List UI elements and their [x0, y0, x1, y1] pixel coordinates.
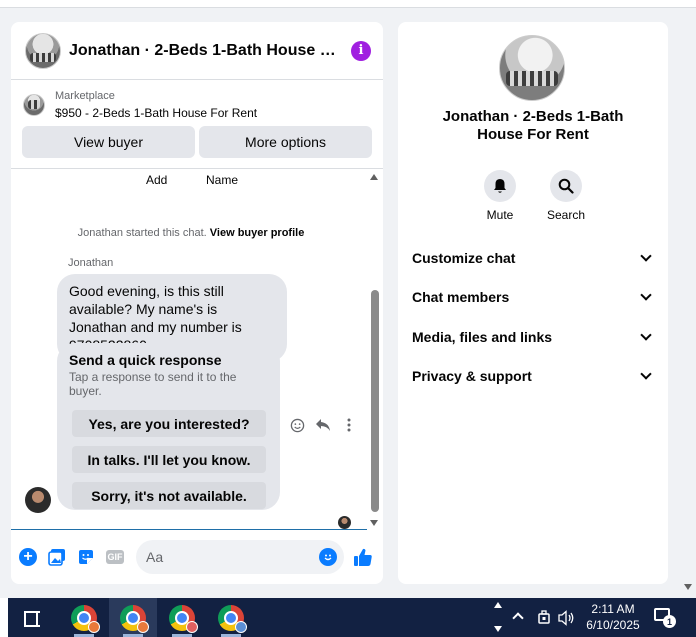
mute-action[interactable]: Mute: [482, 170, 518, 222]
meet-now-icon[interactable]: [537, 610, 551, 629]
chrome-profile-2-icon[interactable]: [120, 605, 149, 633]
browser-top-bar: [0, 0, 696, 8]
thread-divider: [11, 529, 367, 530]
more-options-button[interactable]: More options: [199, 126, 372, 158]
chrome-profile-1-icon[interactable]: [71, 605, 100, 633]
notification-center[interactable]: 1: [654, 608, 676, 628]
message-input[interactable]: [146, 549, 306, 565]
bell-icon[interactable]: [484, 170, 516, 202]
chevron-down-icon: [640, 289, 652, 301]
taskbar-edge: [0, 598, 8, 637]
name-label[interactable]: Name: [206, 173, 238, 187]
message-actions: [289, 417, 357, 433]
conversation-avatar[interactable]: [499, 35, 565, 101]
search-icon[interactable]: [550, 170, 582, 202]
view-buyer-profile-link[interactable]: View buyer profile: [210, 227, 305, 239]
quick-response-yes[interactable]: Yes, are you interested?: [72, 410, 266, 437]
clock-date: 6/10/2025: [586, 618, 640, 632]
thread-scroll-thumb[interactable]: [371, 290, 379, 512]
more-vertical-icon[interactable]: [341, 417, 357, 433]
chat-title[interactable]: Jonathan · 2-Beds 1-Bath House For…: [69, 42, 341, 60]
section-label: Privacy & support: [412, 368, 532, 384]
privacy-support-section[interactable]: Privacy & support: [412, 366, 654, 386]
system-clock[interactable]: 2:11 AM 6/10/2025: [583, 601, 643, 633]
taskbar-scroll-up-icon[interactable]: [494, 602, 502, 608]
quick-response-title: Send a quick response: [69, 352, 222, 368]
message-thread[interactable]: Add Name Jonathan started this chat. Vie…: [11, 168, 383, 530]
chrome-profile-3-icon[interactable]: [169, 605, 198, 633]
taskbar-scroll-down-icon[interactable]: [494, 626, 502, 632]
quick-response-in-talks[interactable]: In talks. I'll let you know.: [72, 446, 266, 473]
quick-response-not-available[interactable]: Sorry, it's not available.: [72, 482, 266, 509]
marketplace-label: Marketplace: [55, 90, 115, 102]
task-view-icon[interactable]: [24, 609, 42, 627]
chrome-profile-4-icon[interactable]: [218, 605, 247, 633]
scroll-down-arrow-icon[interactable]: [370, 520, 378, 526]
conversation-info-panel: Jonathan · 2-Beds 1-Bath House For Rent …: [398, 22, 668, 584]
section-label: Customize chat: [412, 250, 516, 266]
customize-chat-section[interactable]: Customize chat: [412, 248, 654, 268]
sender-name: Jonathan: [68, 257, 114, 269]
thumbs-up-icon[interactable]: [352, 547, 374, 567]
speaker-icon[interactable]: [558, 610, 576, 629]
clock-time: 2:11 AM: [591, 602, 635, 616]
seen-indicator-avatar: [338, 516, 351, 529]
marketplace-listing[interactable]: Marketplace $950 - 2-Beds 1-Bath House F…: [11, 80, 383, 120]
chevron-down-icon: [640, 368, 652, 380]
media-files-links-section[interactable]: Media, files and links: [412, 327, 654, 347]
info-icon[interactable]: i: [351, 40, 371, 61]
page-scroll-down-arrow-icon[interactable]: [684, 584, 692, 590]
chevron-down-icon: [640, 250, 652, 262]
conversation-title: Jonathan · 2-Beds 1-Bath House For Rent: [442, 108, 624, 143]
windows-taskbar: 2:11 AM 6/10/2025 1: [0, 598, 696, 637]
chat-started-notice: Jonathan started this chat. View buyer p…: [11, 227, 371, 239]
plus-icon[interactable]: +: [18, 547, 38, 567]
view-buyer-button[interactable]: View buyer: [22, 126, 195, 158]
message-composer: + GIF: [11, 538, 383, 576]
search-label: Search: [546, 208, 586, 222]
buyer-avatar[interactable]: [25, 487, 51, 513]
chat-window: Jonathan · 2-Beds 1-Bath House For… i Ma…: [11, 22, 383, 584]
react-icon[interactable]: [289, 417, 305, 433]
photo-icon[interactable]: [47, 547, 67, 567]
sticker-icon[interactable]: [76, 547, 96, 567]
reply-icon[interactable]: [315, 417, 331, 433]
notification-count: 1: [663, 615, 676, 628]
chat-members-section[interactable]: Chat members: [412, 287, 654, 307]
show-hidden-icons-chevron-icon[interactable]: [512, 612, 524, 624]
search-action[interactable]: Search: [546, 170, 586, 222]
started-text: Jonathan started this chat.: [77, 227, 207, 239]
add-label[interactable]: Add: [146, 173, 167, 187]
scroll-up-arrow-icon[interactable]: [370, 174, 378, 180]
mute-label: Mute: [486, 208, 514, 222]
section-label: Media, files and links: [412, 329, 553, 345]
section-label: Chat members: [412, 289, 510, 305]
chevron-down-icon: [640, 329, 652, 341]
message-input-box[interactable]: [136, 540, 344, 574]
quick-response-subtitle: Tap a response to send it to the buyer.: [69, 370, 237, 398]
listing-title: $950 - 2-Beds 1-Bath House For Rent: [55, 106, 258, 120]
emoji-icon[interactable]: [319, 548, 337, 566]
chat-header[interactable]: Jonathan · 2-Beds 1-Bath House For… i: [11, 22, 383, 80]
quick-response-card: Send a quick response Tap a response to …: [57, 343, 280, 510]
gif-icon[interactable]: GIF: [105, 547, 125, 567]
listing-avatar[interactable]: [25, 32, 61, 69]
listing-thumbnail: [23, 94, 45, 116]
